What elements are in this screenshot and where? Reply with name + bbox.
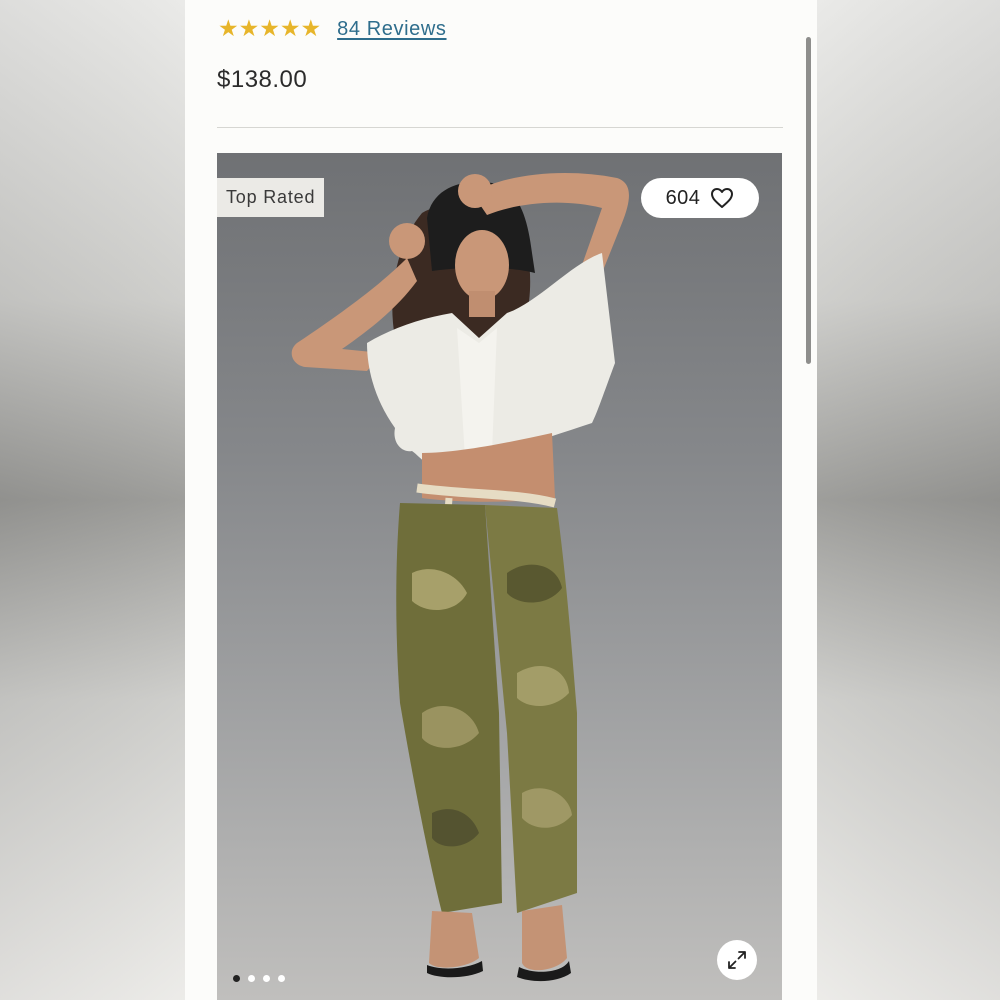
product-price: $138.00: [217, 66, 308, 93]
star-icon: ★: [300, 15, 322, 42]
like-button[interactable]: 604: [641, 178, 759, 218]
carousel-dots: [233, 975, 285, 982]
scrollbar[interactable]: [806, 37, 811, 364]
expand-image-button[interactable]: [717, 940, 757, 980]
product-photo: [291, 173, 629, 982]
star-icon: ★: [218, 15, 239, 42]
product-image-gallery[interactable]: Top Rated 604: [217, 153, 782, 1000]
expand-icon: [726, 949, 748, 971]
product-page: ★ ★ ★ ★ ★ 84 Reviews $138.00 Top Rated 6…: [185, 0, 817, 1000]
heart-icon: [710, 187, 734, 209]
star-icon: ★: [259, 15, 280, 42]
carousel-dot[interactable]: [263, 975, 270, 982]
carousel-dot[interactable]: [233, 975, 240, 982]
star-icon: ★: [238, 15, 260, 42]
top-rated-badge: Top Rated: [217, 178, 325, 217]
divider: [217, 127, 783, 128]
like-count: 604: [665, 186, 701, 209]
carousel-dot[interactable]: [248, 975, 255, 982]
rating-row: ★ ★ ★ ★ ★ 84 Reviews: [218, 14, 447, 44]
carousel-dot[interactable]: [278, 975, 285, 982]
star-icon: ★: [279, 15, 301, 42]
star-rating: ★ ★ ★ ★ ★: [218, 15, 322, 42]
reviews-link[interactable]: 84 Reviews: [337, 18, 446, 41]
